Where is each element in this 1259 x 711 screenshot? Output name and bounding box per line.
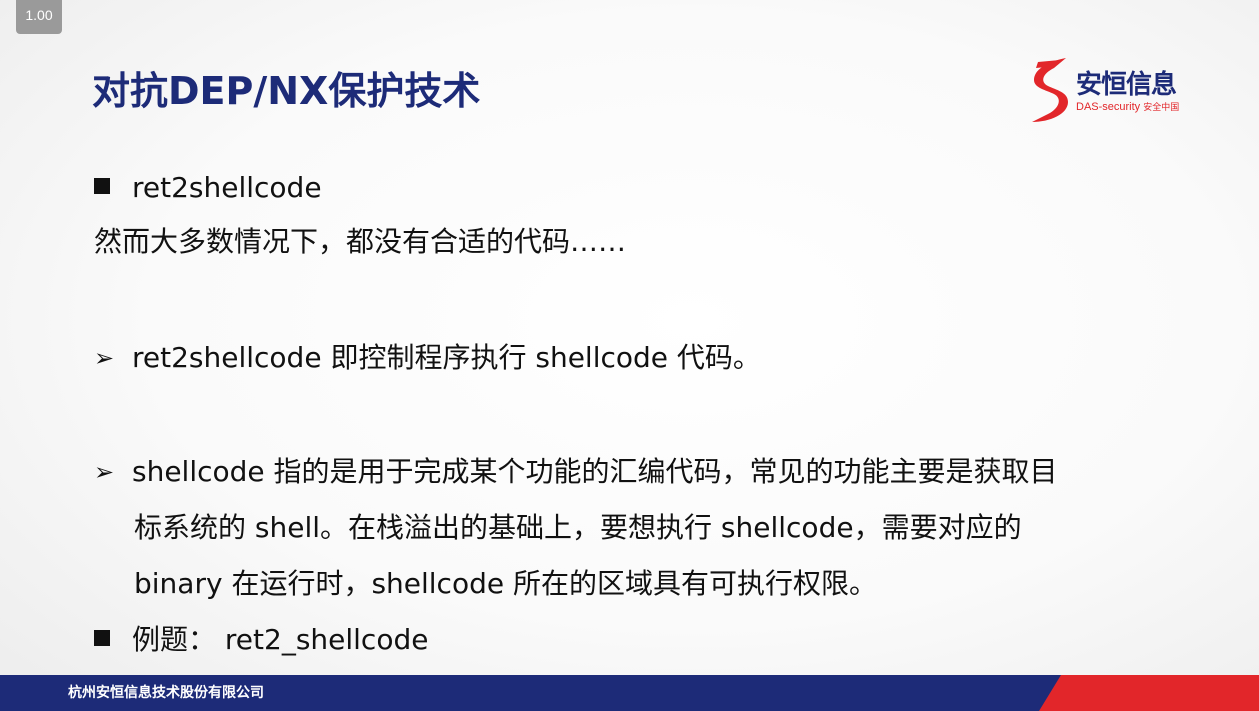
- footer-red-accent: [1039, 675, 1259, 711]
- line-text: 然而大多数情况下，都没有合适的代码……: [94, 225, 627, 258]
- line-text: ret2shellcode 即控制程序执行 shellcode 代码。: [132, 341, 761, 374]
- logo-name: 安恒信息: [1076, 70, 1177, 100]
- logo-subtitle: DAS-security 安全中国: [1076, 100, 1179, 113]
- das-security-logo-icon: [1032, 58, 1068, 122]
- content-line-3: ➢ ret2shellcode 即控制程序执行 shellcode 代码。: [94, 330, 761, 386]
- content-line-7: 例题： ret2_shellcode: [94, 612, 428, 668]
- content-line-1: ret2shellcode: [94, 160, 322, 216]
- content-line-6: binary 在运行时，shellcode 所在的区域具有可执行权限。: [134, 556, 877, 612]
- logo-subtitle-cn: 安全中国: [1143, 102, 1180, 112]
- line-text: 例题： ret2_shellcode: [132, 623, 429, 656]
- square-bullet-icon: [94, 178, 110, 194]
- arrow-bullet-icon: ➢: [94, 344, 115, 372]
- line-text: ret2shellcode: [132, 171, 322, 204]
- slide-title: 对抗DEP/NX保护技术: [92, 69, 481, 113]
- slide-footer: 杭州安恒信息技术股份有限公司: [0, 675, 1259, 711]
- logo-subtitle-en: DAS-security: [1076, 101, 1141, 113]
- content-line-5: 标系统的 shell。在栈溢出的基础上，要想执行 shellcode，需要对应的: [134, 500, 1022, 556]
- footer-company-name: 杭州安恒信息技术股份有限公司: [68, 685, 264, 701]
- line-text: binary 在运行时，shellcode 所在的区域具有可执行权限。: [134, 567, 877, 600]
- square-bullet-icon: [94, 630, 110, 646]
- content-line-2: 然而大多数情况下，都没有合适的代码……: [94, 214, 626, 270]
- line-text: 标系统的 shell。在栈溢出的基础上，要想执行 shellcode，需要对应的: [134, 511, 1022, 544]
- zoom-level-badge[interactable]: 1.00: [16, 0, 62, 34]
- content-line-4: ➢ shellcode 指的是用于完成某个功能的汇编代码，常见的功能主要是获取目: [94, 444, 1058, 500]
- line-text: shellcode 指的是用于完成某个功能的汇编代码，常见的功能主要是获取目: [132, 455, 1058, 488]
- arrow-bullet-icon: ➢: [94, 458, 115, 486]
- company-logo: 安恒信息 DAS-security 安全中国: [1026, 56, 1206, 126]
